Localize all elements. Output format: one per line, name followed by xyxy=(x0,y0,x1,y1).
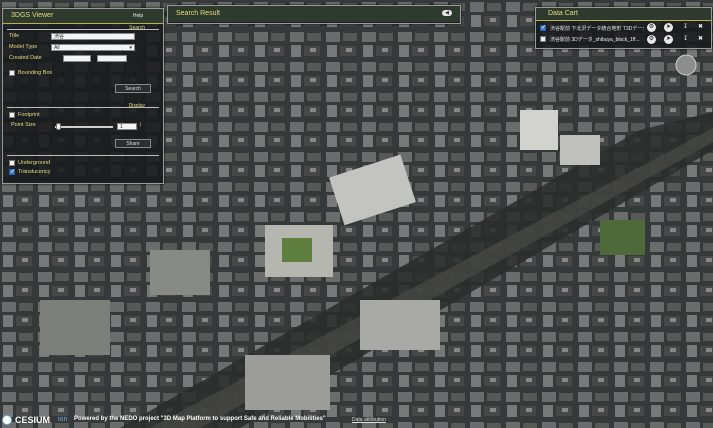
chevron-down-icon: ▾ xyxy=(129,45,132,51)
search-result-title: Search Result xyxy=(176,10,220,17)
data-attribution-link[interactable]: Data attribution xyxy=(352,417,386,423)
data-cart-item-label: 渋谷駅前 3Dデータ_shibuya_block_1ff... xyxy=(550,37,640,43)
data-cart-item-label: 渋谷駅前 下北沢データ統合地形 T3Dデータ xyxy=(550,26,644,32)
model-type-label: Model Type xyxy=(9,44,38,50)
footprint-label: Footprint xyxy=(18,112,40,118)
search-section-title: Search xyxy=(129,25,145,31)
cesium-logo-suffix: ion xyxy=(58,416,68,423)
data-cart-item-checkbox[interactable] xyxy=(540,24,546,31)
underground-divider xyxy=(7,155,159,156)
credits-bar: CESIUM ion Powered by the NEDO project "… xyxy=(0,412,713,428)
title-label: Title xyxy=(9,33,20,39)
bounding-box-label: Bounding Box xyxy=(18,70,53,76)
search-section-divider xyxy=(7,29,159,30)
cesium-logo-text: CESIUM xyxy=(15,415,51,425)
data-cart-item-checkbox[interactable] xyxy=(540,36,546,42)
model-type-value: All xyxy=(54,45,60,51)
display-section-divider xyxy=(7,107,159,108)
title-input[interactable]: 渋谷 xyxy=(51,33,135,40)
collapse-icon[interactable]: ◀ xyxy=(442,10,452,16)
created-date-to-input[interactable] xyxy=(97,55,127,62)
underground-label: Underground xyxy=(18,160,51,166)
point-size-label: Point Size xyxy=(11,122,36,128)
cesium-logo-icon xyxy=(2,415,12,425)
footprint-checkbox[interactable] xyxy=(9,112,15,118)
data-cart-panel: Data Cart 渋谷駅前 下北沢データ統合地形 T3Dデータ 渋谷駅前 3D… xyxy=(535,7,712,49)
point-size-input[interactable]: 1 xyxy=(117,123,137,130)
settings-icon[interactable]: ⚙ xyxy=(647,35,656,44)
model-type-select[interactable]: All ▾ xyxy=(51,44,135,51)
download-icon[interactable]: ↧ xyxy=(681,35,690,44)
point-size-stepper-icon[interactable]: ↕ xyxy=(139,122,142,128)
display-section-title: Display xyxy=(128,103,145,109)
settings-icon[interactable]: ⚙ xyxy=(647,23,656,32)
help-button[interactable]: Help xyxy=(127,12,149,21)
created-date-from-input[interactable] xyxy=(63,55,91,62)
cesium-ion-logo[interactable]: CESIUM ion xyxy=(2,414,72,427)
delete-icon[interactable]: ✖ xyxy=(696,23,705,32)
data-cart-header: Data Cart xyxy=(536,8,711,21)
download-icon[interactable]: ↧ xyxy=(681,23,690,32)
search-result-panel: Search Result ◀ xyxy=(167,5,461,24)
search-result-header: Search Result ◀ xyxy=(168,6,460,22)
bounding-box-checkbox[interactable] xyxy=(9,70,15,76)
delete-icon[interactable]: ✖ xyxy=(696,35,705,44)
fly-to-icon[interactable]: ➤ xyxy=(664,35,673,44)
point-size-slider-handle[interactable] xyxy=(56,123,61,130)
fly-to-icon[interactable]: ➤ xyxy=(664,23,673,32)
translucency-checkbox[interactable] xyxy=(9,168,15,175)
point-size-slider-track[interactable] xyxy=(55,126,113,128)
nedo-credit-text: Powered by the NEDO project "3D Map Plat… xyxy=(74,416,326,422)
search-button[interactable]: Search xyxy=(115,84,151,93)
created-date-label: Created Date xyxy=(9,55,42,61)
viewer-title: 3DGS Viewer xyxy=(11,12,54,19)
underground-checkbox[interactable] xyxy=(9,160,15,166)
data-cart-title: Data Cart xyxy=(548,10,578,17)
share-button[interactable]: Share xyxy=(115,139,151,148)
viewer-panel: 3DGS Viewer Help Search Title 渋谷 Model T… xyxy=(2,8,164,184)
translucency-label: Translucency xyxy=(18,169,51,175)
viewer-header: 3DGS Viewer Help xyxy=(3,9,163,24)
